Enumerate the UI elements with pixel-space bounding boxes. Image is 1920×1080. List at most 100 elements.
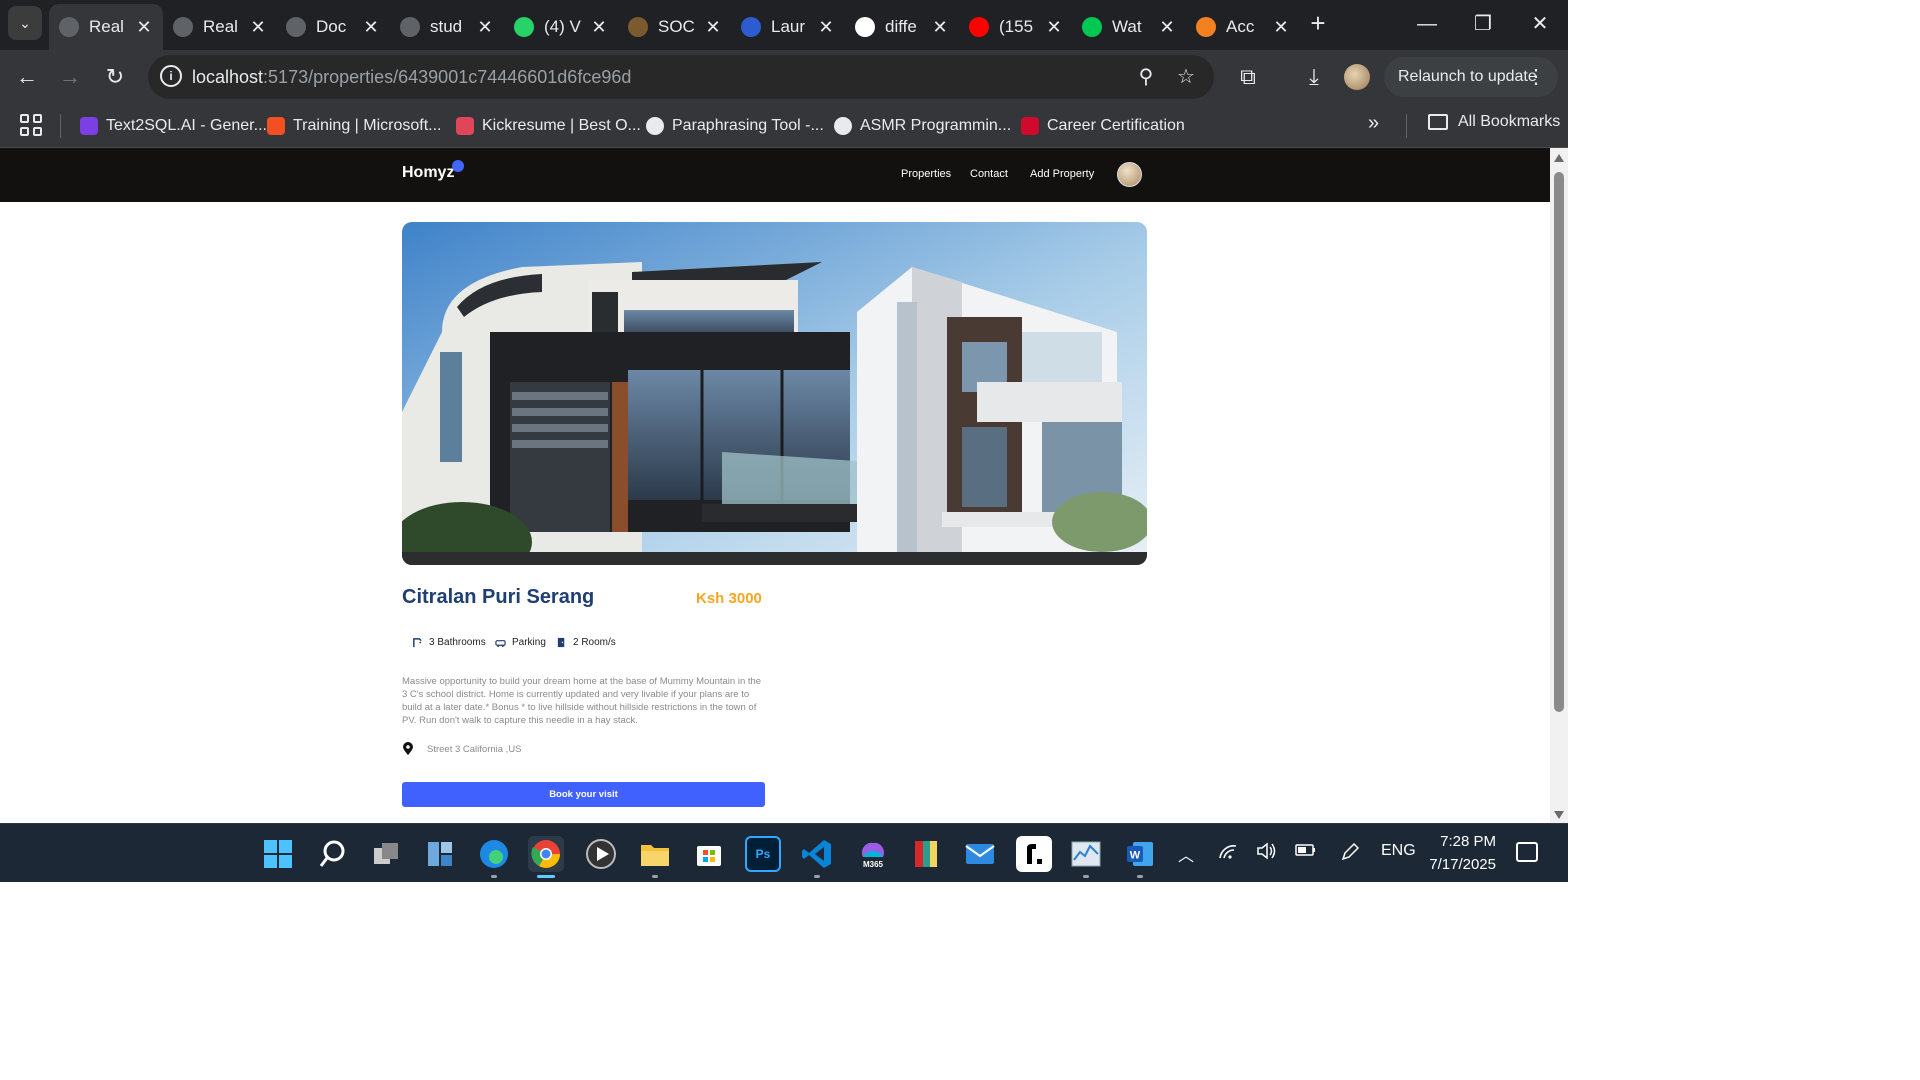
browser-tab[interactable]: diffe ✕ (845, 4, 959, 50)
more-bookmarks-icon[interactable]: » (1368, 112, 1379, 135)
widgets-button[interactable] (422, 836, 458, 872)
nav-contact[interactable]: Contact (970, 168, 1008, 180)
bookmark-item[interactable]: Career Certification (1021, 113, 1185, 139)
tab-search-button[interactable]: ⌄ (8, 6, 42, 40)
new-tab-button[interactable]: + (1304, 10, 1332, 38)
roblox-studio-button[interactable] (1016, 836, 1052, 872)
browser-tab[interactable]: Real ✕ (49, 4, 163, 50)
browser-tab[interactable]: Doc ✕ (276, 4, 390, 50)
tab-close-icon[interactable]: ✕ (135, 17, 153, 38)
browser-tab[interactable]: Real ✕ (163, 4, 277, 50)
downloads-icon[interactable]: ⤓ (1300, 63, 1328, 91)
word-button[interactable]: W (1122, 836, 1158, 878)
tab-close-icon[interactable]: ✕ (817, 17, 835, 38)
tab-close-icon[interactable]: ✕ (1272, 17, 1290, 38)
bookmarks-bar: Text2SQL.AI - Gener... Training | Microso… (0, 104, 1568, 148)
bookmark-item[interactable]: Kickresume | Best O... (456, 113, 641, 139)
extensions-icon[interactable]: ⧉ (1234, 63, 1262, 91)
property-description: Massive opportunity to build your dream … (402, 676, 762, 726)
task-manager-icon (1071, 841, 1101, 867)
nav-add-property[interactable]: Add Property (1030, 168, 1094, 180)
m365-button[interactable]: M365 (855, 836, 891, 872)
start-button[interactable] (260, 836, 296, 872)
browser-tab[interactable]: Wat ✕ (1072, 4, 1186, 50)
file-explorer-button[interactable] (637, 836, 673, 878)
site-info-icon[interactable]: i (160, 65, 182, 87)
minimize-button[interactable]: — (1403, 6, 1451, 42)
address-bar[interactable]: i localhost:5173/properties/6439001c7444… (148, 55, 1214, 99)
apps-grid-icon[interactable] (20, 114, 42, 136)
tab-close-icon[interactable]: ✕ (704, 17, 722, 38)
browser-tab[interactable]: Laur ✕ (731, 4, 845, 50)
url-text[interactable]: localhost:5173/properties/6439001c744466… (192, 67, 631, 88)
page-scrollbar[interactable] (1550, 148, 1568, 823)
winrar-button[interactable] (908, 836, 944, 872)
tab-close-icon[interactable]: ✕ (1045, 17, 1063, 38)
tab-close-icon[interactable]: ✕ (1158, 17, 1176, 38)
bookmark-item[interactable]: ASMR Programmin... (834, 113, 1011, 139)
reload-button[interactable]: ↻ (100, 62, 130, 92)
tab-title: Laur (771, 17, 806, 36)
system-clock[interactable]: 7:28 PM 7/17/2025 (1424, 830, 1496, 876)
notification-center-icon[interactable] (1516, 842, 1538, 862)
bookmark-label: Paraphrasing Tool -... (672, 117, 824, 134)
bookmark-item[interactable]: Paraphrasing Tool -... (646, 113, 824, 139)
globe-icon (400, 17, 420, 37)
all-bookmarks-button[interactable]: All Bookmarks (1428, 113, 1560, 131)
back-button[interactable]: ← (12, 62, 42, 92)
profile-avatar[interactable] (1344, 64, 1370, 90)
mail-button[interactable] (962, 836, 998, 872)
network-icon[interactable] (1218, 842, 1238, 865)
browser-tab[interactable]: (155 ✕ (959, 4, 1073, 50)
bookmark-star-icon[interactable]: ☆ (1174, 65, 1198, 89)
browser-tab[interactable]: SOC ✕ (618, 4, 732, 50)
bookmark-item[interactable]: Text2SQL.AI - Gener... (80, 113, 267, 139)
winrar-icon (915, 841, 937, 867)
battery-icon[interactable] (1295, 842, 1317, 863)
menu-dots-icon[interactable]: ⋮ (1526, 57, 1546, 97)
scroll-up-arrow-icon[interactable] (1554, 154, 1564, 162)
browser-tab[interactable]: (4) V ✕ (504, 4, 618, 50)
vscode-button[interactable] (799, 836, 835, 878)
youtube-icon (969, 17, 989, 37)
relaunch-button[interactable]: Relaunch to update ⋮ (1384, 57, 1558, 97)
media-player-button[interactable] (583, 836, 619, 872)
running-indicator (1083, 875, 1089, 878)
photoshop-button[interactable]: Ps (745, 836, 781, 872)
microsoft-store-button[interactable] (691, 836, 727, 872)
bookmarks-divider (60, 114, 61, 138)
bookmark-item[interactable]: Training | Microsoft... (267, 113, 442, 139)
book-visit-button[interactable]: Book your visit (402, 782, 765, 807)
browser-tab[interactable]: Acc ✕ (1186, 4, 1300, 50)
word-icon: W (1127, 842, 1153, 866)
chrome-button[interactable] (528, 836, 564, 878)
user-avatar[interactable] (1117, 162, 1142, 187)
search-button[interactable] (315, 836, 351, 872)
hidden-icons-chevron-icon[interactable]: ︿ (1178, 842, 1194, 866)
media-player-icon (586, 839, 616, 869)
close-window-button[interactable]: ✕ (1516, 6, 1564, 42)
edge-button[interactable] (476, 836, 512, 878)
facility-rooms: 2 Room/s (556, 637, 616, 648)
running-indicator (491, 875, 497, 878)
page-viewport: Homyz Properties Contact Add Property Ci… (0, 148, 1550, 823)
restore-button[interactable]: ❐ (1459, 6, 1507, 42)
site-logo[interactable]: Homyz (402, 164, 454, 182)
task-manager-button[interactable] (1068, 836, 1104, 878)
forward-button[interactable]: → (55, 62, 85, 92)
pen-icon[interactable] (1340, 842, 1360, 867)
nav-properties[interactable]: Properties (901, 168, 951, 180)
language-indicator[interactable]: ENG (1381, 842, 1416, 860)
task-view-button[interactable] (368, 836, 404, 872)
tab-close-icon[interactable]: ✕ (249, 17, 267, 38)
tab-close-icon[interactable]: ✕ (590, 17, 608, 38)
tab-close-icon[interactable]: ✕ (476, 17, 494, 38)
tab-title: (4) V (544, 17, 581, 36)
tab-close-icon[interactable]: ✕ (931, 17, 949, 38)
zoom-icon[interactable]: ⚲ (1134, 65, 1158, 89)
scroll-down-arrow-icon[interactable] (1554, 811, 1564, 819)
tab-close-icon[interactable]: ✕ (362, 17, 380, 38)
scrollbar-thumb[interactable] (1554, 172, 1564, 712)
volume-icon[interactable] (1256, 842, 1278, 865)
browser-tab[interactable]: stud ✕ (390, 4, 504, 50)
